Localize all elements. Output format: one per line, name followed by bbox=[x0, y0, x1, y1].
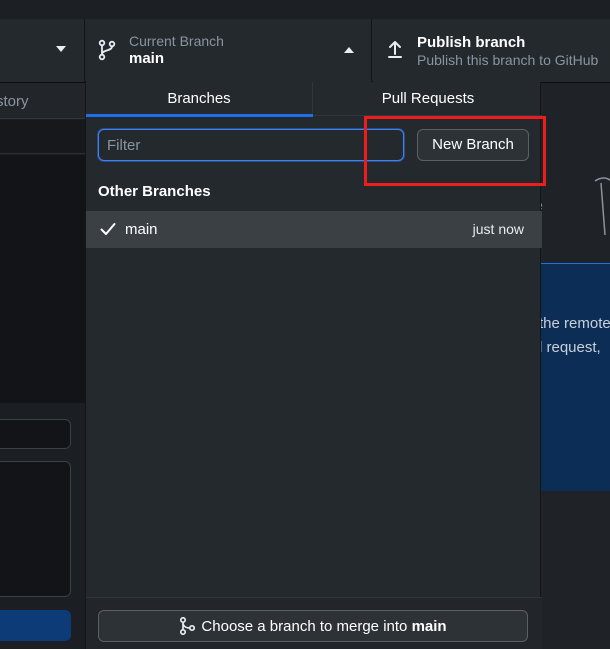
toolbar: Current Branch main Publish branch Publi… bbox=[0, 0, 610, 82]
illustration-icon bbox=[594, 177, 610, 236]
commit-summary-input[interactable] bbox=[0, 419, 71, 449]
check-icon bbox=[100, 223, 116, 235]
current-branch-button[interactable]: Current Branch main bbox=[86, 19, 372, 82]
main-content: e the remote l request, bbox=[535, 83, 610, 649]
title-strip bbox=[0, 0, 610, 19]
callout-text-line1: the remote bbox=[539, 315, 610, 332]
current-branch-name: main bbox=[129, 50, 165, 67]
branch-timestamp: just now bbox=[472, 221, 524, 237]
git-branch-icon bbox=[98, 39, 116, 61]
repository-selector[interactable] bbox=[0, 19, 85, 82]
publish-branch-subtitle: Publish this branch to GitHub bbox=[417, 52, 599, 68]
commit-button[interactable] bbox=[0, 610, 71, 641]
tab-branches-label: Branches bbox=[167, 90, 231, 107]
commit-description-input[interactable] bbox=[0, 461, 71, 597]
other-branches-header: Other Branches bbox=[98, 183, 211, 200]
upload-icon bbox=[388, 41, 402, 58]
chevron-up-icon bbox=[344, 47, 354, 53]
merge-target-branch: main bbox=[411, 617, 447, 635]
publish-branch-button[interactable]: Publish branch Publish this branch to Gi… bbox=[373, 19, 610, 82]
left-sidebar: story bbox=[0, 83, 85, 649]
merge-into-branch-button[interactable]: Choose a branch to merge into main bbox=[98, 610, 528, 642]
changes-list bbox=[0, 155, 85, 403]
tab-history-label: story bbox=[0, 93, 29, 110]
publish-callout bbox=[541, 263, 610, 491]
branch-list-item[interactable]: main just now bbox=[86, 211, 542, 248]
current-branch-label: Current Branch bbox=[129, 33, 224, 49]
publish-branch-title: Publish branch bbox=[417, 34, 526, 51]
merge-footer: Choose a branch to merge into main bbox=[86, 597, 542, 649]
commit-panel bbox=[0, 403, 85, 649]
chevron-down-icon bbox=[56, 46, 66, 52]
branch-name: main bbox=[125, 221, 158, 238]
changes-header bbox=[0, 120, 85, 154]
tab-pull-requests[interactable]: Pull Requests bbox=[314, 82, 542, 116]
merge-button-label: Choose a branch to merge into main bbox=[201, 618, 446, 635]
git-merge-icon bbox=[180, 617, 196, 635]
branch-tabs: Branches Pull Requests bbox=[86, 82, 542, 117]
branch-dropdown: Branches Pull Requests New Branch Other … bbox=[85, 82, 546, 649]
new-branch-button[interactable]: New Branch bbox=[417, 129, 529, 161]
tab-branches[interactable]: Branches bbox=[86, 82, 313, 117]
tab-pull-requests-label: Pull Requests bbox=[381, 90, 475, 107]
selected-tab-indicator bbox=[86, 114, 313, 117]
callout-text-line2: l request, bbox=[539, 339, 601, 356]
tab-history[interactable]: story bbox=[0, 83, 85, 119]
merge-button-prefix: Choose a branch to merge into bbox=[201, 617, 408, 635]
branch-filter-input[interactable] bbox=[98, 129, 404, 161]
